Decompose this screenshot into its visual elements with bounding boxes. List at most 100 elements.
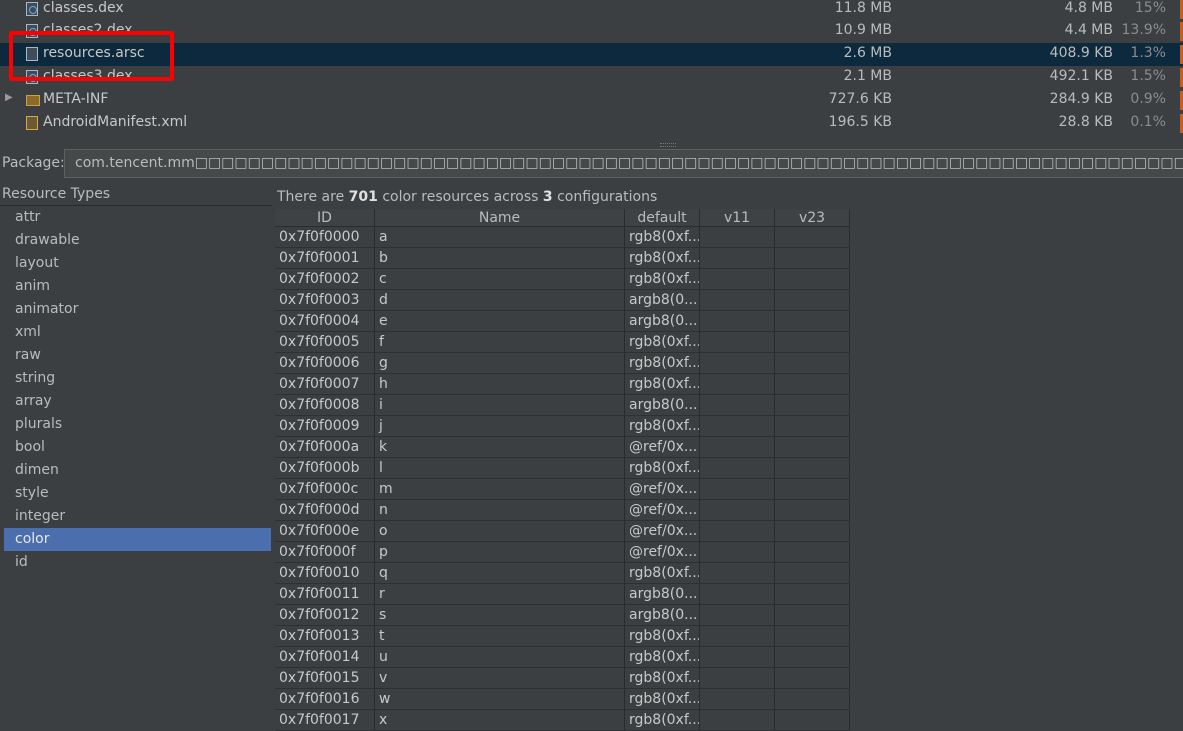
- table-row[interactable]: 0x7f0f0001 b rgb8(0xf...: [275, 248, 850, 269]
- cell-v23: [775, 374, 850, 395]
- column-header-v23[interactable]: v23: [775, 209, 850, 227]
- cell-id: 0x7f0f0015: [275, 668, 375, 689]
- file-row[interactable]: AndroidManifest.xml 196.5 KB 28.8 KB 0.1%: [0, 112, 1183, 135]
- column-header-name[interactable]: Name: [375, 209, 625, 227]
- cell-name: e: [375, 311, 625, 332]
- cell-name: m: [375, 479, 625, 500]
- table-row[interactable]: 0x7f0f0014 u rgb8(0xf...: [275, 647, 850, 668]
- table-row[interactable]: 0x7f0f0010 q rgb8(0xf...: [275, 563, 850, 584]
- table-row[interactable]: 0x7f0f000e o @ref/0x...: [275, 521, 850, 542]
- column-header-id[interactable]: ID: [275, 209, 375, 227]
- table-row[interactable]: 0x7f0f000b l rgb8(0xf...: [275, 458, 850, 479]
- file-percent: 0.9%: [1130, 91, 1166, 107]
- table-row[interactable]: 0x7f0f0007 h rgb8(0xf...: [275, 374, 850, 395]
- cell-default: rgb8(0xf...: [625, 563, 700, 584]
- resource-type-dimen[interactable]: dimen: [4, 459, 271, 482]
- table-row[interactable]: 0x7f0f0017 x rgb8(0xf...: [275, 710, 850, 731]
- splitter[interactable]: [0, 141, 1183, 148]
- cell-default: rgb8(0xf...: [625, 689, 700, 710]
- cell-id: 0x7f0f0001: [275, 248, 375, 269]
- summary-middle: color resources across: [382, 189, 539, 205]
- resource-type-anim[interactable]: anim: [4, 275, 271, 298]
- cell-v23: [775, 647, 850, 668]
- file-row[interactable]: classes.dex 11.8 MB 4.8 MB 15%: [0, 0, 1183, 21]
- cell-name: t: [375, 626, 625, 647]
- resource-type-animator[interactable]: animator: [4, 298, 271, 321]
- cell-id: 0x7f0f0000: [275, 227, 375, 248]
- resource-type-raw[interactable]: raw: [4, 344, 271, 367]
- resource-type-string[interactable]: string: [4, 367, 271, 390]
- file-compressed-size: 492.1 KB: [1049, 68, 1113, 84]
- resource-type-drawable[interactable]: drawable: [4, 229, 271, 252]
- cell-v23: [775, 689, 850, 710]
- file-compressed-size: 4.8 MB: [1064, 0, 1113, 16]
- cell-default: @ref/0x...: [625, 500, 700, 521]
- resource-type-xml[interactable]: xml: [4, 321, 271, 344]
- package-field[interactable]: com.tencent.mm□□□□□□□□□□□□□□□□□□□□□□□□□□…: [64, 149, 1183, 178]
- resource-type-layout[interactable]: layout: [4, 252, 271, 275]
- table-row[interactable]: 0x7f0f000a k @ref/0x...: [275, 437, 850, 458]
- resource-type-integer[interactable]: integer: [4, 505, 271, 528]
- summary-count: 701: [348, 189, 378, 205]
- resource-type-id[interactable]: id: [4, 551, 271, 574]
- table-row[interactable]: 0x7f0f0015 v rgb8(0xf...: [275, 668, 850, 689]
- file-percent: 0.1%: [1130, 114, 1166, 130]
- table-row[interactable]: 0x7f0f0009 j rgb8(0xf...: [275, 416, 850, 437]
- file-row[interactable]: classes3.dex 2.1 MB 492.1 KB 1.5%: [0, 66, 1183, 89]
- summary-configs: 3: [542, 189, 553, 205]
- cell-v11: [700, 374, 775, 395]
- table-row[interactable]: 0x7f0f0002 c rgb8(0xf...: [275, 269, 850, 290]
- cell-v23: [775, 542, 850, 563]
- cell-id: 0x7f0f0016: [275, 689, 375, 710]
- table-row[interactable]: 0x7f0f0005 f rgb8(0xf...: [275, 332, 850, 353]
- cell-default: argb8(0...: [625, 395, 700, 416]
- resource-type-plurals[interactable]: plurals: [4, 413, 271, 436]
- manifest-icon: [26, 116, 38, 130]
- table-header: ID Name default v11 v23: [275, 209, 850, 227]
- resource-type-array[interactable]: array: [4, 390, 271, 413]
- cell-v23: [775, 458, 850, 479]
- table-row[interactable]: 0x7f0f0013 t rgb8(0xf...: [275, 626, 850, 647]
- file-row[interactable]: classes2.dex 10.9 MB 4.4 MB 13.9%: [0, 20, 1183, 43]
- splitter-grip-icon[interactable]: [660, 143, 676, 147]
- file-row[interactable]: ▶ META-INF 727.6 KB 284.9 KB 0.9%: [0, 89, 1183, 112]
- table-row[interactable]: 0x7f0f000d n @ref/0x...: [275, 500, 850, 521]
- table-row[interactable]: 0x7f0f000c m @ref/0x...: [275, 479, 850, 500]
- resource-type-bool[interactable]: bool: [4, 436, 271, 459]
- table-row[interactable]: 0x7f0f0016 w rgb8(0xf...: [275, 689, 850, 710]
- resource-type-color[interactable]: color: [4, 528, 271, 551]
- summary-text: There are 701 color resources across 3 c…: [277, 189, 657, 205]
- cell-id: 0x7f0f000b: [275, 458, 375, 479]
- expand-arrow-icon[interactable]: ▶: [5, 92, 15, 103]
- cell-name: i: [375, 395, 625, 416]
- file-percent: 13.9%: [1121, 22, 1166, 38]
- cell-name: h: [375, 374, 625, 395]
- cell-default: rgb8(0xf...: [625, 626, 700, 647]
- file-name: AndroidManifest.xml: [43, 114, 188, 130]
- file-name: META-INF: [43, 91, 109, 107]
- table-row[interactable]: 0x7f0f0003 d argb8(0...: [275, 290, 850, 311]
- cell-default: rgb8(0xf...: [625, 458, 700, 479]
- cell-v11: [700, 500, 775, 521]
- table-row[interactable]: 0x7f0f0008 i argb8(0...: [275, 395, 850, 416]
- table-row[interactable]: 0x7f0f0006 g rgb8(0xf...: [275, 353, 850, 374]
- resource-type-style[interactable]: style: [4, 482, 271, 505]
- cell-name: k: [375, 437, 625, 458]
- cell-v11: [700, 647, 775, 668]
- cell-v11: [700, 668, 775, 689]
- cell-id: 0x7f0f0011: [275, 584, 375, 605]
- table-row[interactable]: 0x7f0f000f p @ref/0x...: [275, 542, 850, 563]
- file-row[interactable]: resources.arsc 2.6 MB 408.9 KB 1.3%: [0, 43, 1183, 66]
- cell-name: p: [375, 542, 625, 563]
- cell-v23: [775, 500, 850, 521]
- table-row[interactable]: 0x7f0f0004 e argb8(0...: [275, 311, 850, 332]
- cell-default: argb8(0...: [625, 311, 700, 332]
- column-header-default[interactable]: default: [625, 209, 700, 227]
- table-row[interactable]: 0x7f0f0011 r argb8(0...: [275, 584, 850, 605]
- cell-v23: [775, 521, 850, 542]
- cell-id: 0x7f0f0007: [275, 374, 375, 395]
- resource-type-attr[interactable]: attr: [4, 206, 271, 229]
- table-row[interactable]: 0x7f0f0000 a rgb8(0xf...: [275, 227, 850, 248]
- column-header-v11[interactable]: v11: [700, 209, 775, 227]
- table-row[interactable]: 0x7f0f0012 s argb8(0...: [275, 605, 850, 626]
